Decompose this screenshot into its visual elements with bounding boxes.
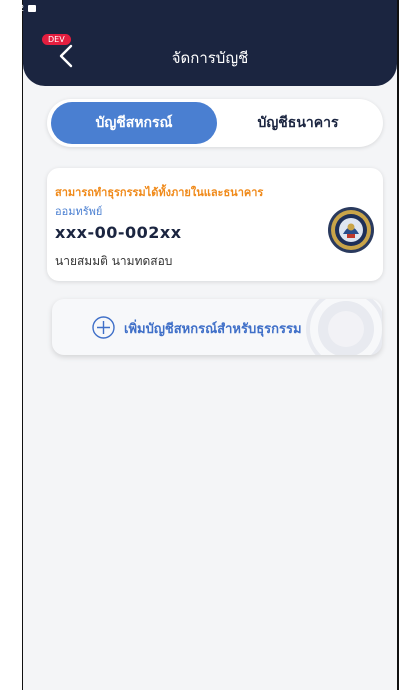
status-time: 9:12 bbox=[4, 4, 25, 14]
tab-bank-account[interactable]: บัญชีธนาคาร bbox=[215, 102, 381, 144]
plus-circle-icon bbox=[92, 316, 115, 339]
add-coop-account-label: เพิ่มบัญชีสหกรณ์สำหรับธุรกรรม bbox=[124, 322, 302, 337]
account-holder-name: นายสมมติ นามทดสอบ bbox=[55, 254, 173, 268]
account-number: xxx-00-002xx bbox=[55, 223, 182, 242]
status-bar: 9:12 bbox=[0, 0, 70, 22]
account-type: ออมทรัพย์ bbox=[55, 205, 103, 218]
account-type-tabs: บัญชีสหกรณ์ บัญชีธนาคาร bbox=[47, 99, 383, 147]
app-header: DEV จัดการบัญชี bbox=[23, 0, 397, 86]
add-coop-account-button[interactable]: เพิ่มบัญชีสหกรณ์สำหรับธุรกรรม bbox=[52, 299, 382, 355]
phone-screen: DEV จัดการบัญชี บัญชีสหกรณ์ บัญชีธนาคาร … bbox=[23, 0, 397, 690]
cooperative-logo-icon bbox=[328, 207, 374, 253]
account-card[interactable]: สามารถทำธุรกรรมได้ทั้งภายในและธนาคาร ออม… bbox=[47, 168, 383, 281]
dev-badge: DEV bbox=[42, 34, 71, 45]
frame-border-right bbox=[397, 0, 399, 690]
tab-coop-account[interactable]: บัญชีสหกรณ์ bbox=[51, 102, 217, 144]
notification-icon bbox=[28, 5, 37, 12]
logo-watermark-icon bbox=[306, 299, 382, 355]
page-title: จัดการบัญชี bbox=[171, 49, 249, 67]
account-note: สามารถทำธุรกรรมได้ทั้งภายในและธนาคาร bbox=[55, 186, 264, 199]
